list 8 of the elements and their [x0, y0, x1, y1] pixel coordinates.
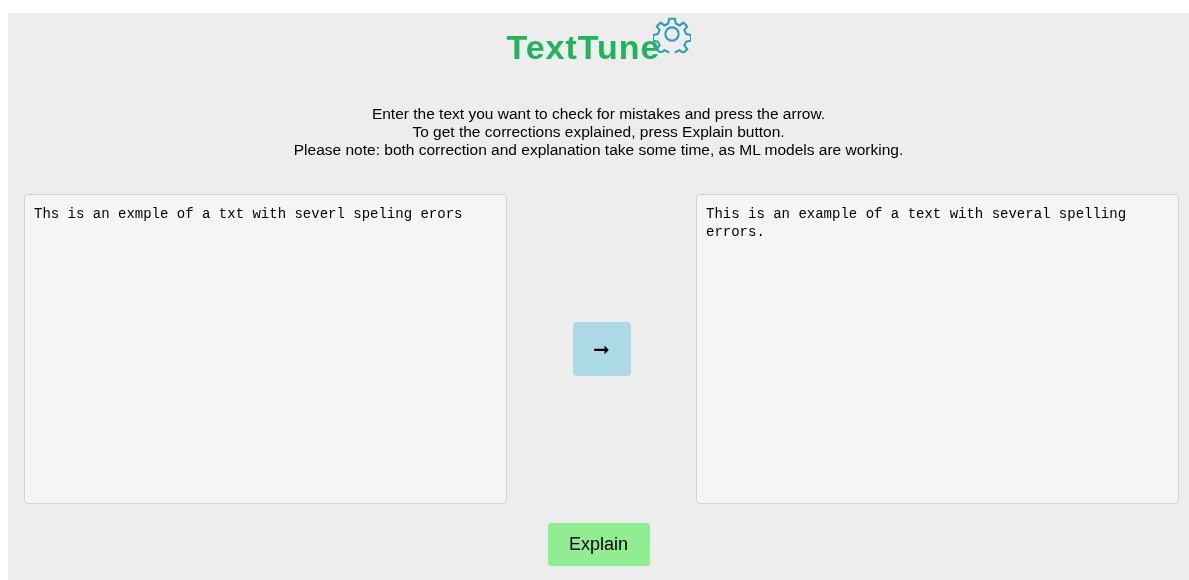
explain-button[interactable]: Explain — [547, 523, 650, 566]
output-field[interactable]: This is an example of a text with several spelling errors. — [696, 194, 1179, 504]
logo-text: TextTune — [506, 27, 661, 67]
input-field[interactable]: Ths is an exmple of a txt with severl speling erors — [24, 194, 507, 504]
correct-button[interactable]: ➞ — [572, 322, 631, 376]
instruction-text: Enter the text you want to check for mistakes and press the arrow. — [371, 105, 826, 123]
instruction-text: Please note: both correction and explanation take some time, as ML models are working. — [293, 141, 904, 159]
instruction-text: To get the corrections explained, press Explain button. — [412, 123, 785, 141]
